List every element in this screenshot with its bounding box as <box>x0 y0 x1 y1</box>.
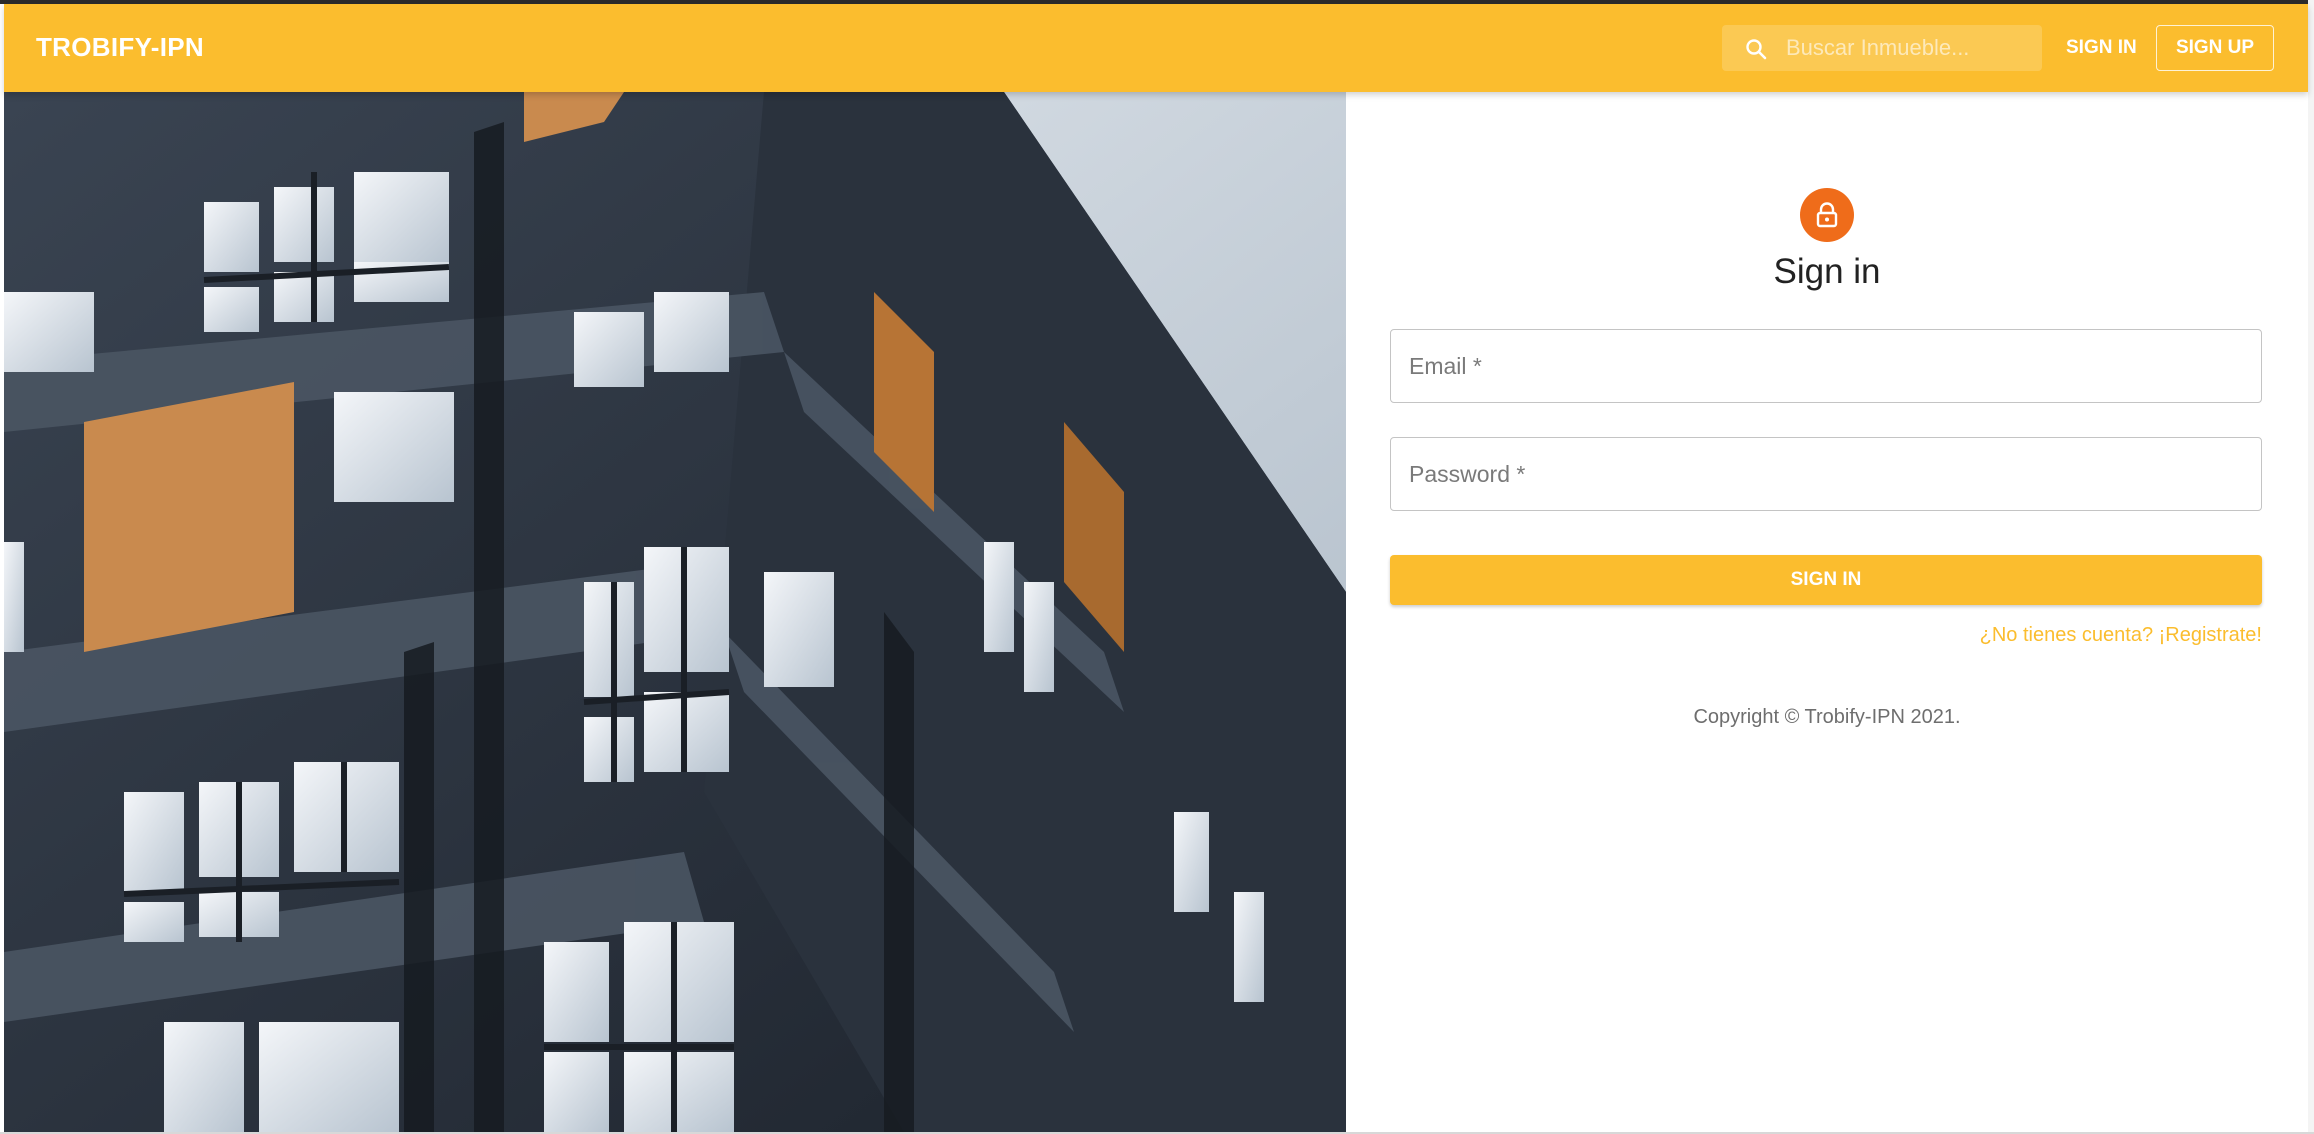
brand-logo[interactable]: TROBIFY-IPN <box>36 32 204 63</box>
email-input[interactable] <box>1409 330 2245 402</box>
app-bar: TROBIFY-IPN SIGN IN SIGN UP <box>4 4 2308 92</box>
building-photo <box>4 92 1346 1132</box>
signin-submit-button[interactable]: SIGN IN <box>1390 555 2262 605</box>
copyright-text: Copyright © Trobify-IPN 2021. <box>1693 706 1961 728</box>
register-link[interactable]: ¿No tienes cuenta? ¡Registrate! <box>1980 624 2262 647</box>
password-field[interactable] <box>1390 437 2262 511</box>
nav-signup-button[interactable]: SIGN UP <box>2156 25 2274 71</box>
search-input[interactable] <box>1786 25 2026 71</box>
password-input[interactable] <box>1409 438 2245 510</box>
page-title: Sign in <box>1773 252 1881 291</box>
search-icon <box>1744 37 1768 61</box>
email-field[interactable] <box>1390 329 2262 403</box>
nav-signin-button[interactable]: SIGN IN <box>2056 25 2147 71</box>
lock-icon <box>1816 202 1838 228</box>
lock-avatar <box>1800 188 1854 242</box>
search-box[interactable] <box>1722 25 2042 71</box>
signin-form-panel: Sign in SIGN IN ¿No tienes cuenta? ¡Regi… <box>1346 92 2308 1132</box>
signin-page: TROBIFY-IPN SIGN IN SIGN UP <box>0 0 2314 1134</box>
right-edge <box>2308 0 2314 1134</box>
